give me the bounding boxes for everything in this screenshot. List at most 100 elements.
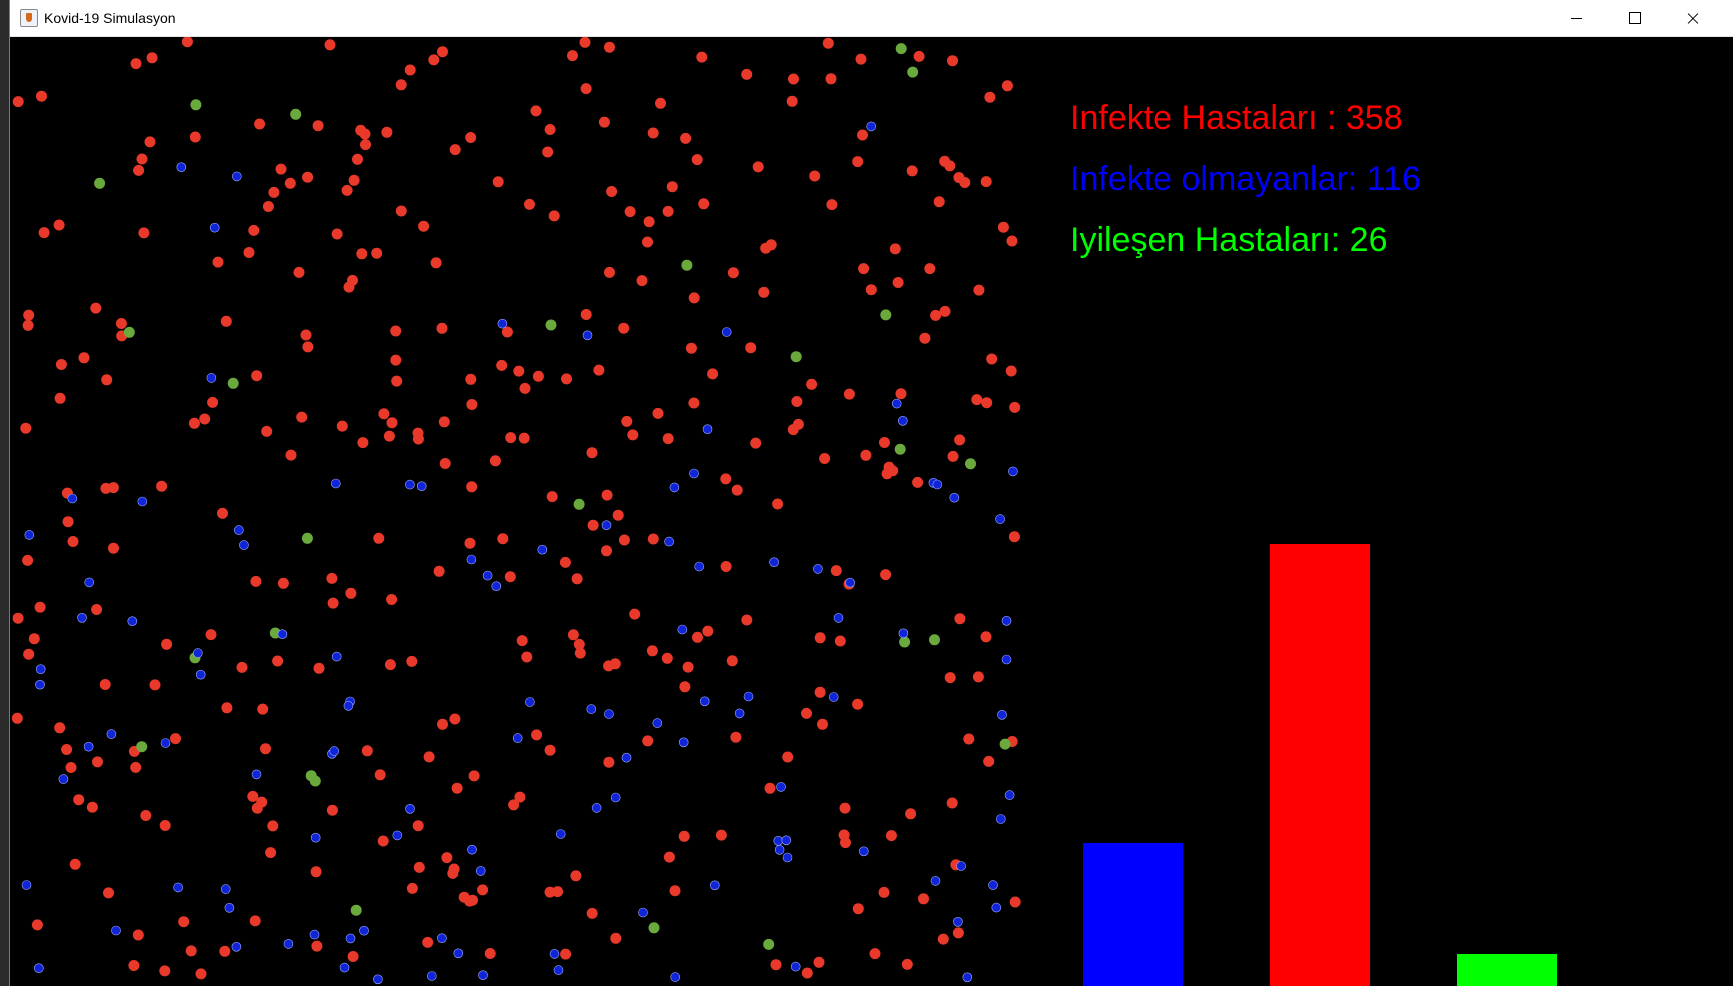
infected-person-dot [720, 561, 732, 572]
infected-person-dot [352, 153, 363, 165]
infected-person-dot [666, 181, 678, 193]
recovered-person-dot [136, 741, 148, 753]
recovered-person-dot [648, 922, 660, 934]
infected-person-dot [895, 388, 907, 400]
minimize-button[interactable] [1548, 0, 1606, 37]
uninfected-person-dot [734, 708, 745, 719]
infected-person-dot [12, 96, 24, 108]
infected-person-dot [814, 632, 826, 644]
infected-person-dot [23, 648, 35, 660]
infected-person-dot [560, 948, 572, 960]
infected-person-dot [865, 284, 877, 296]
uninfected-person-dot [331, 651, 342, 662]
infected-person-dot [552, 886, 564, 898]
infected-person-dot [497, 533, 509, 545]
infected-person-dot [518, 432, 530, 444]
infected-person-dot [347, 951, 359, 962]
infected-person-dot [830, 565, 842, 577]
infected-person-dot [438, 416, 450, 428]
uninfected-person-dot [206, 373, 217, 383]
infected-person-dot [265, 847, 277, 859]
infected-person-dot [918, 893, 929, 905]
recovered-person-dot [880, 309, 892, 321]
uninfected-person-dot [67, 493, 78, 504]
infected-person-dot [801, 707, 812, 719]
uninfected-person-dot [277, 629, 288, 640]
uninfected-person-dot [482, 570, 493, 581]
recovered-person-dot [309, 775, 321, 787]
uninfected-person-dot [1004, 790, 1015, 800]
recovered-person-dot [123, 326, 135, 338]
infected-person-dot [496, 359, 508, 371]
recovered-person-dot [94, 177, 106, 189]
infected-person-dot [745, 342, 757, 354]
infected-person-dot [22, 319, 34, 331]
infected-person-dot [101, 374, 113, 386]
uninfected-person-dot [781, 835, 792, 846]
uninfected-person-dot [669, 482, 680, 493]
uninfected-person-dot [339, 962, 350, 973]
infected-person-dot [624, 206, 636, 218]
uninfected-person-dot [35, 664, 46, 675]
infected-person-dot [860, 449, 872, 461]
infected-person-dot [532, 370, 544, 382]
infected-person-dot [691, 154, 703, 166]
infected-person-dot [947, 450, 959, 462]
infected-person-dot [195, 968, 207, 980]
title-bar[interactable]: Kovid-19 Simulasyon [10, 0, 1733, 37]
infected-person-dot [612, 509, 624, 521]
infected-person-dot [954, 434, 966, 446]
uninfected-person-dot [21, 880, 32, 890]
infected-person-dot [146, 52, 158, 64]
infected-person-dot [715, 829, 727, 841]
infected-person-dot [646, 645, 658, 657]
uninfected-person-dot [234, 525, 244, 535]
infected-person-dot [826, 199, 838, 211]
recovered-person-dot [907, 66, 919, 78]
java-cup-icon[interactable] [20, 9, 38, 27]
recovered-person-dot [350, 904, 362, 916]
uninfected-person-dot [224, 902, 235, 913]
infected-person-dot [492, 176, 504, 188]
infected-person-dot [449, 144, 461, 156]
infected-person-dot [188, 417, 200, 429]
infected-person-dot [603, 660, 615, 672]
uninfected-person-dot [991, 902, 1002, 913]
infected-person-dot [822, 37, 834, 49]
infected-person-dot [720, 473, 732, 485]
infected-person-dot [477, 884, 489, 896]
infected-person-dot [406, 882, 418, 894]
infected-person-dot [53, 219, 65, 231]
infected-person-dot [855, 53, 867, 65]
uninfected-person-dot [453, 948, 464, 959]
uninfected-person-dot [1008, 466, 1018, 477]
infected-person-dot [933, 196, 945, 208]
recovered-person-dot [763, 938, 775, 950]
recovered-bar [1457, 954, 1557, 986]
infected-person-dot [973, 284, 985, 296]
uninfected-person-dot [769, 557, 779, 568]
uninfected-person-dot [962, 972, 973, 983]
infected-person-dot [327, 597, 339, 609]
infected-person-dot [361, 745, 373, 757]
infected-person-dot [285, 449, 297, 461]
maximize-button[interactable] [1606, 0, 1664, 37]
infected-person-dot [205, 629, 217, 641]
infected-person-dot [580, 83, 592, 95]
infected-person-dot [726, 655, 738, 667]
infected-person-dot [834, 635, 846, 647]
infected-person-dot [277, 577, 289, 589]
close-button[interactable] [1664, 0, 1722, 37]
infected-person-dot [587, 519, 599, 531]
infected-person-dot [852, 156, 864, 168]
infected-person-dot [544, 124, 556, 135]
uninfected-person-dot [343, 700, 354, 711]
infected-person-dot [236, 661, 248, 673]
uninfected-person-dot [678, 737, 689, 748]
infected-person-dot [586, 907, 598, 919]
infected-person-dot [1008, 531, 1020, 543]
uninfected-person-dot [160, 738, 171, 748]
infected-person-dot [293, 266, 305, 278]
infected-person-dot [248, 224, 260, 236]
infected-person-dot [1006, 235, 1018, 247]
